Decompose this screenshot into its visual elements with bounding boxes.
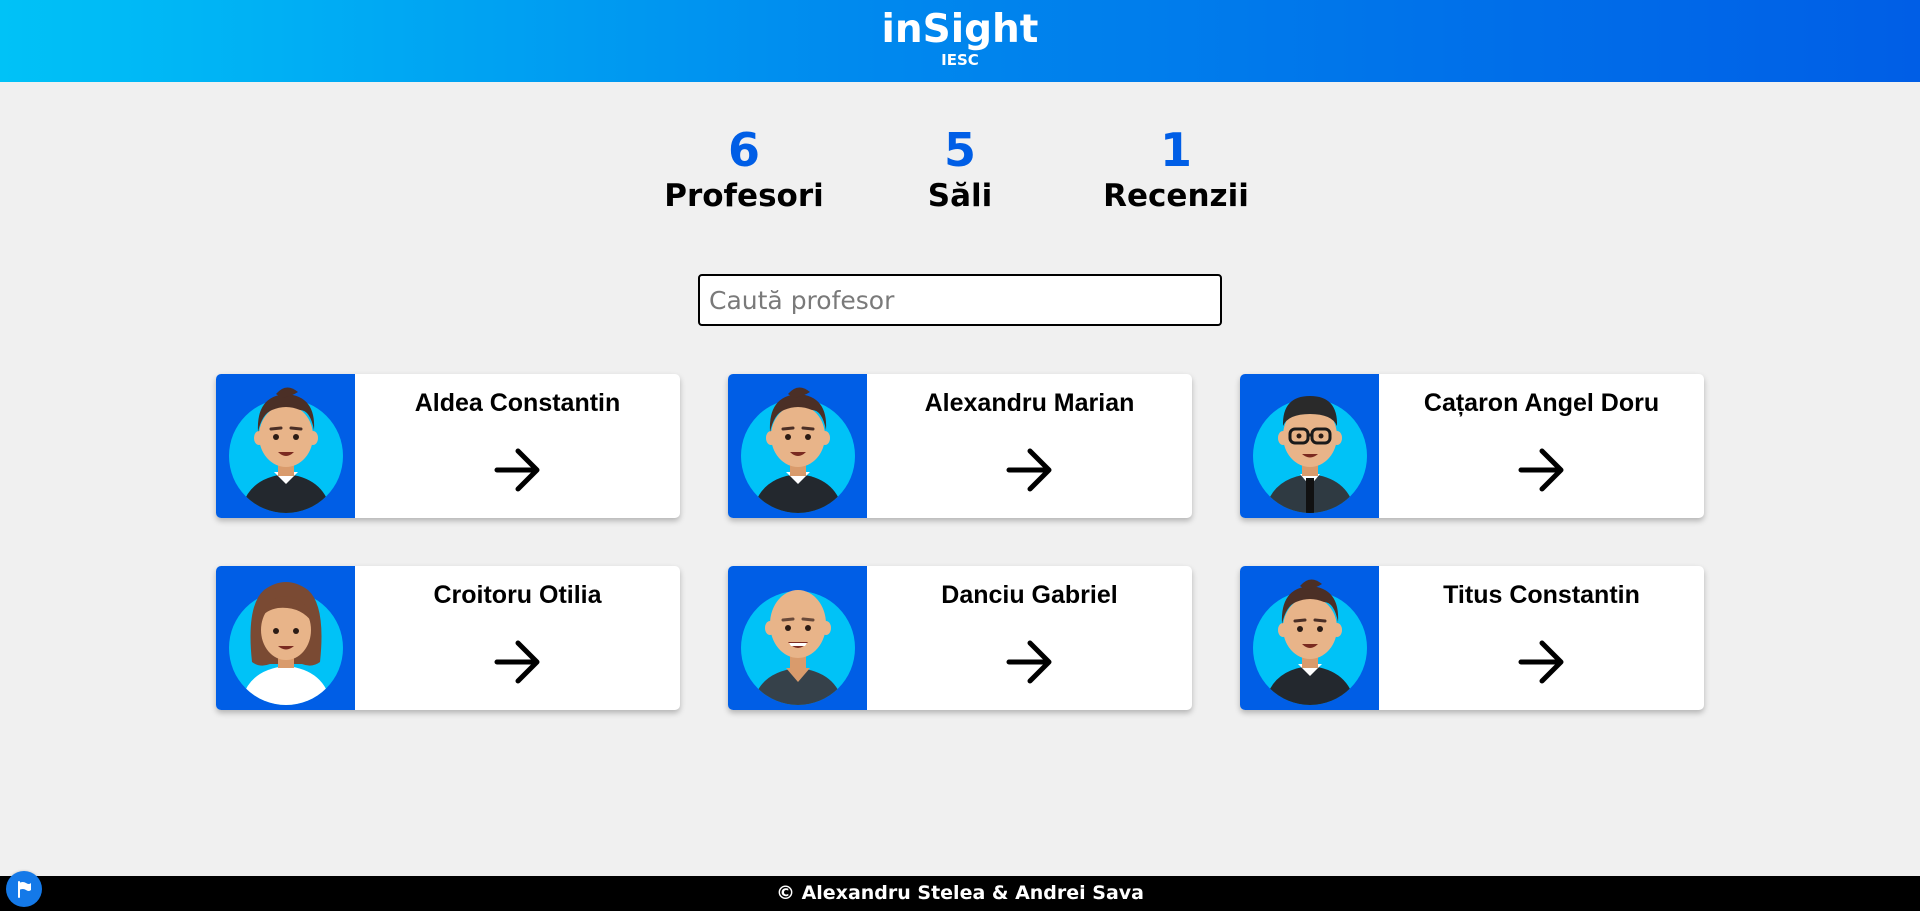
stat-value: 1 [1159,123,1192,177]
professor-grid: Aldea Constantin Alexandru Marian Cațaro… [216,374,1704,710]
male-avatar-icon [1253,579,1367,705]
search-professor-input[interactable] [698,274,1222,326]
professor-avatar [1240,374,1379,518]
male-glasses-avatar-icon [1253,396,1367,513]
professor-card[interactable]: Titus Constantin [1240,566,1704,710]
stat-recenzii: 1 Recenzii [1068,122,1284,216]
stat-profesori: 6 Profesori [636,122,852,216]
professor-avatar [728,566,867,710]
professor-card[interactable]: Aldea Constantin [216,374,680,518]
professor-card-body: Cațaron Angel Doru [1379,374,1704,518]
site-header: inSight IESC [0,0,1920,82]
professor-avatar [728,374,867,518]
professor-name: Cațaron Angel Doru [1423,389,1660,417]
professor-card[interactable]: Danciu Gabriel [728,566,1192,710]
arrow-right-icon[interactable] [1006,640,1054,684]
stats-bar: 6 Profesori 5 Săli 1 Recenzii [0,122,1920,216]
female-avatar-icon [229,582,343,705]
arrow-right-icon[interactable] [494,448,542,492]
professor-card-body: Alexandru Marian [867,374,1192,518]
professor-card-body: Aldea Constantin [355,374,680,518]
professor-name: Croitoru Otilia [433,581,602,609]
brand-subtitle: IESC [941,51,979,69]
stat-value: 6 [727,123,760,177]
stat-value: 5 [943,123,976,177]
professor-card[interactable]: Cațaron Angel Doru [1240,374,1704,518]
professor-avatar [216,566,355,710]
stat-label: Săli [927,178,993,214]
arrow-right-icon[interactable] [1518,640,1566,684]
brand-title[interactable]: inSight [0,0,1920,52]
footer-copyright: © Alexandru Stelea & Andrei Sava [775,882,1145,904]
arrow-right-icon[interactable] [1518,448,1566,492]
arrow-right-icon[interactable] [1006,448,1054,492]
flag-icon [18,881,31,898]
professor-card-body: Danciu Gabriel [867,566,1192,710]
site-footer: © Alexandru Stelea & Andrei Sava [0,876,1920,911]
professor-card[interactable]: Alexandru Marian [728,374,1192,518]
male-avatar-icon [229,387,343,513]
professor-avatar [216,374,355,518]
arrow-right-icon[interactable] [494,640,542,684]
professor-card[interactable]: Croitoru Otilia [216,566,680,710]
stat-label: Recenzii [1103,178,1249,214]
stat-sali: 5 Săli [852,122,1068,216]
professor-name: Titus Constantin [1443,581,1640,609]
male-avatar-icon [741,387,855,513]
stat-label: Profesori [664,178,824,214]
bald-male-avatar-icon [741,590,855,705]
professor-card-body: Titus Constantin [1379,566,1704,710]
professor-name: Aldea Constantin [414,389,621,417]
professor-name: Alexandru Marian [924,389,1135,417]
professor-card-body: Croitoru Otilia [355,566,680,710]
professor-avatar [1240,566,1379,710]
professor-name: Danciu Gabriel [941,581,1118,609]
flag-button[interactable] [6,871,42,907]
